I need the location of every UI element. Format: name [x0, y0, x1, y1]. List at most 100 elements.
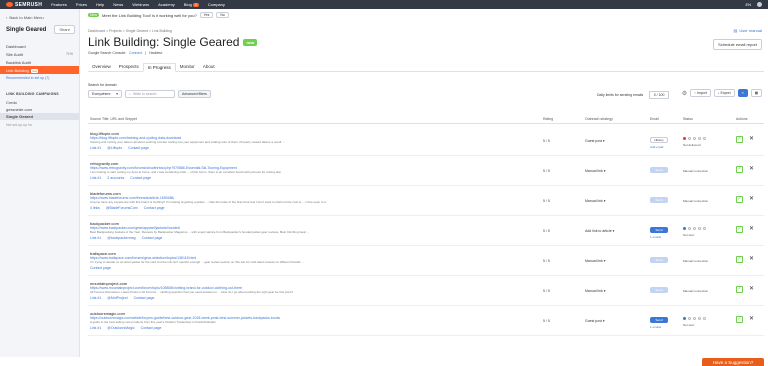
nav-prices[interactable]: Prices [76, 2, 87, 7]
row-email-button[interactable]: Send [650, 317, 668, 323]
row-strategy-select[interactable]: Manual link ▾ [585, 199, 605, 203]
grid-view-button[interactable]: ▦ [750, 89, 762, 97]
nav-webinars[interactable]: Webinars [132, 2, 149, 7]
notice-yes-button[interactable]: Yes [199, 12, 214, 18]
tab-monitor[interactable]: Monitor [176, 63, 199, 72]
row-strategy-select[interactable]: Guest post ▾ [585, 139, 605, 143]
row-email-button[interactable]: Send [650, 227, 668, 233]
row-meta-link[interactable]: Contact page [144, 206, 165, 210]
approve-checkbox-icon[interactable]: ✓ [736, 196, 743, 203]
import-button[interactable]: ↑ Import [690, 89, 711, 97]
approve-checkbox-icon[interactable]: ✓ [736, 136, 743, 143]
reject-close-icon[interactable]: ✕ [749, 166, 754, 173]
row-meta-link[interactable]: @MntProject [107, 296, 127, 300]
reject-close-icon[interactable]: ✕ [749, 226, 754, 233]
row-strategy-select[interactable]: Add link to article ▾ [585, 229, 614, 233]
row-strategy-select[interactable]: Guest post ▾ [585, 319, 605, 323]
nav-help[interactable]: Help [96, 2, 104, 7]
sidebar-campaign-gessnede[interactable]: gessnede.com [0, 106, 79, 113]
reject-close-icon[interactable]: ✕ [749, 286, 754, 293]
approve-checkbox-icon[interactable]: ✓ [736, 256, 743, 263]
sidebar-item-backlink-audit[interactable]: Backlink Audit [0, 58, 79, 66]
nav-academy[interactable]: Academy [158, 2, 175, 7]
scope-select[interactable]: Everywhere ▾ [88, 90, 122, 98]
share-button[interactable]: Share [54, 25, 75, 34]
row-meta-link[interactable]: Link #1 [90, 176, 101, 180]
row-email-button[interactable]: Send [650, 197, 668, 203]
row-email-button[interactable]: Send [650, 167, 668, 173]
sidebar-item-site-audit[interactable]: Site Audit 71% [0, 50, 79, 58]
row-meta-link[interactable]: Contact page [130, 176, 151, 180]
advanced-filters-button[interactable]: Advanced filters [178, 90, 211, 98]
notice-no-button[interactable]: No [216, 12, 229, 18]
semrush-logo[interactable]: SEMRUSH [6, 2, 42, 8]
breadcrumb[interactable]: Dashboard > Projects > Single Geared > L… [88, 29, 172, 33]
nav-news[interactable]: News [113, 2, 123, 7]
approve-checkbox-icon[interactable]: ✓ [736, 316, 743, 323]
nav-company[interactable]: Company [208, 2, 225, 7]
row-meta-link[interactable]: @Liftoplo [107, 146, 122, 150]
row-meta-link[interactable]: Contact page [90, 266, 111, 270]
row-strategy-select[interactable]: Manual link ▾ [585, 289, 605, 293]
sidebar-item-link-building[interactable]: Link Building new [0, 66, 79, 74]
table-row: retrogravity.com https://www.retrogravity… [88, 157, 764, 186]
row-meta-link[interactable]: @BladeForumsCom [106, 206, 138, 210]
row-email-button[interactable]: History [650, 137, 668, 143]
sidebar-campaign-single-geared[interactable]: Single Geared [0, 113, 79, 120]
recommended-setup-link[interactable]: Recommended to set up (7) [0, 74, 79, 82]
row-meta-link[interactable]: Link #1 [90, 146, 101, 150]
nav-blog[interactable]: Blog 2 [184, 2, 199, 7]
approve-checkbox-icon[interactable]: ✓ [736, 166, 743, 173]
reject-close-icon[interactable]: ✕ [749, 256, 754, 263]
export-button[interactable]: ↓ Export [713, 89, 735, 97]
chevron-down-icon: ▾ [603, 199, 606, 203]
back-to-main-menu-link[interactable]: ‹ Back to Main Menu [0, 9, 79, 20]
search-domain-label: Search for domain [88, 83, 117, 87]
sidebar-campaign-credo[interactable]: Credo [0, 99, 79, 106]
settings-gear-icon[interactable]: ⚙ [682, 90, 687, 97]
row-email-sub[interactable]: 1 emails [650, 235, 661, 239]
header-strategy[interactable]: Outreach strategy [585, 117, 613, 121]
reject-close-icon[interactable]: ✕ [749, 196, 754, 203]
row-meta-link[interactable]: Link #1 [90, 326, 101, 330]
tab-overview[interactable]: Overview [88, 63, 115, 72]
row-meta-link[interactable]: Link #1 [90, 296, 101, 300]
domain-search-input[interactable]: ⌕ Write to search [125, 90, 175, 98]
row-email-sub[interactable]: Add email [650, 145, 663, 149]
sidebar-item-dashboard[interactable]: Dashboard [0, 42, 79, 50]
top-navigation-bar: SEMRUSH Features Prices Help News Webina… [0, 0, 768, 9]
approve-checkbox-icon[interactable]: ✓ [736, 286, 743, 293]
reject-close-icon[interactable]: ✕ [749, 136, 754, 143]
header-rating[interactable]: Rating [543, 117, 553, 121]
schedule-email-report-button[interactable]: Schedule email report [713, 39, 762, 50]
language-selector[interactable]: EN [745, 2, 751, 7]
row-email-button[interactable]: Send [650, 287, 668, 293]
row-strategy-select[interactable]: Manual link ▾ [585, 259, 605, 263]
row-progress-dots [683, 317, 706, 320]
row-email-sub[interactable]: 1 emails [650, 325, 661, 329]
row-meta-link[interactable]: @OutdoorsMagic [107, 326, 134, 330]
row-meta-link[interactable]: Contact page [142, 236, 163, 240]
row-strategy-select[interactable]: Manual link ▾ [585, 169, 605, 173]
tab-prospects[interactable]: Prospects [115, 63, 143, 72]
row-meta-link[interactable]: Link #1 [90, 236, 101, 240]
header-source[interactable]: Source Title, URL and Snippet [90, 117, 137, 121]
row-email-button[interactable]: Send [650, 257, 668, 263]
tab-in-progress[interactable]: In Progress [142, 63, 176, 72]
list-view-button[interactable]: ≡ [737, 89, 748, 97]
row-meta-link[interactable]: 4 links [90, 206, 100, 210]
feedback-tab[interactable]: Have a Suggestion? [702, 358, 764, 366]
user-manual-link[interactable]: ▤ User manual [734, 28, 762, 33]
row-snippet: I am looking to start cutting my decs at… [90, 170, 282, 174]
reject-close-icon[interactable]: ✕ [749, 316, 754, 323]
row-meta-link[interactable]: Contact page [128, 146, 149, 150]
user-avatar-icon[interactable] [757, 2, 762, 7]
gsc-connect-link[interactable]: Connect [129, 51, 142, 55]
row-meta-link[interactable]: 2 accounts [107, 176, 124, 180]
row-meta-link[interactable]: Contact page [141, 326, 162, 330]
nav-features[interactable]: Features [51, 2, 67, 7]
tab-about[interactable]: About [199, 63, 219, 72]
row-meta-link[interactable]: Contact page [134, 296, 155, 300]
row-meta-link[interactable]: @backpackermag [107, 236, 135, 240]
approve-checkbox-icon[interactable]: ✓ [736, 226, 743, 233]
